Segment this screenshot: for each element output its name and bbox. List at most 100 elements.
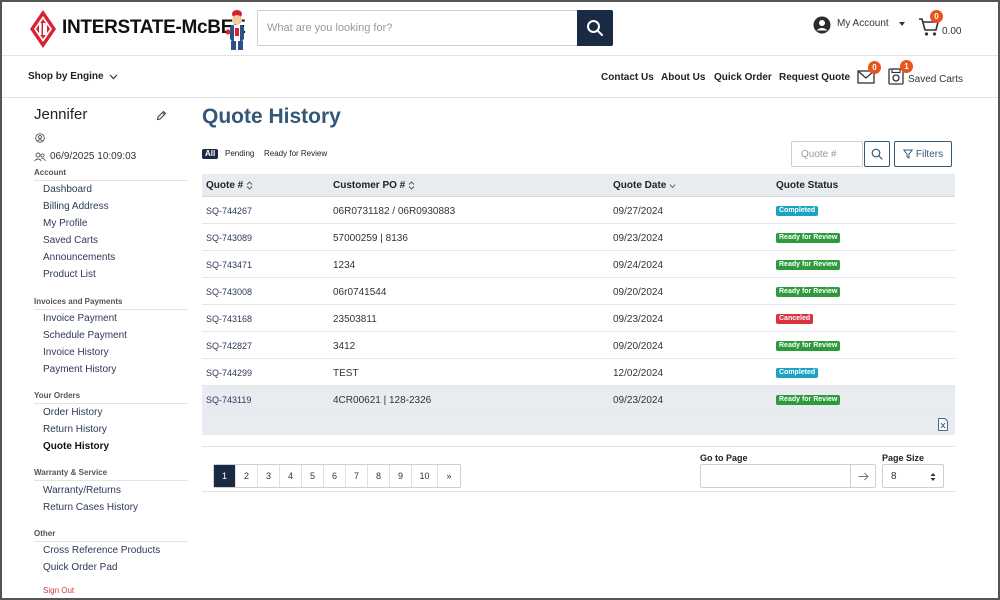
sidebar-item-order-history[interactable]: Order History bbox=[43, 407, 102, 418]
page-size-label: Page Size bbox=[882, 453, 925, 463]
go-to-page-button[interactable] bbox=[850, 464, 876, 488]
status-badge: Ready for Review bbox=[776, 233, 841, 243]
table-row[interactable]: SQ-743119 4CR00621 | 128-2326 09/23/2024… bbox=[202, 386, 955, 413]
quote-number[interactable]: SQ-744267 bbox=[206, 206, 252, 216]
quote-number[interactable]: SQ-743168 bbox=[206, 314, 252, 324]
mascot-icon bbox=[225, 10, 244, 50]
page-7-button[interactable]: 7 bbox=[346, 465, 368, 487]
my-account-label: My Account bbox=[837, 18, 889, 29]
sidebar-item-product-list[interactable]: Product List bbox=[43, 269, 96, 280]
last-login-time: 06/9/2025 10:09:03 bbox=[50, 151, 137, 162]
table-row[interactable]: SQ-743008 06r0741544 09/20/2024 Ready fo… bbox=[202, 278, 955, 305]
my-account-menu[interactable]: My Account bbox=[813, 16, 905, 34]
tab-all[interactable]: All bbox=[202, 149, 219, 159]
sign-out-link[interactable]: Sign Out bbox=[43, 586, 74, 595]
status-badge: Canceled bbox=[776, 314, 814, 324]
saved-carts-label[interactable]: Saved Carts bbox=[908, 74, 963, 85]
quote-date: 09/23/2024 bbox=[613, 314, 664, 325]
section-invoices-payments: Invoices and Payments bbox=[34, 297, 188, 310]
sidebar-item-warranty-returns[interactable]: Warranty/Returns bbox=[43, 485, 121, 496]
shop-by-engine-menu[interactable]: Shop by Engine bbox=[28, 71, 118, 82]
excel-export-icon[interactable] bbox=[938, 418, 948, 431]
sidebar-item-invoice-history[interactable]: Invoice History bbox=[43, 347, 109, 358]
divider bbox=[202, 491, 955, 492]
col-customer-po[interactable]: Customer PO # bbox=[333, 180, 415, 191]
go-to-page-input[interactable] bbox=[700, 464, 851, 488]
col-quote-date[interactable]: Quote Date bbox=[613, 180, 676, 191]
quote-date: 09/24/2024 bbox=[613, 260, 664, 271]
tab-pending[interactable]: Pending bbox=[225, 149, 254, 159]
filters-button[interactable]: Filters bbox=[894, 141, 952, 167]
page-8-button[interactable]: 8 bbox=[368, 465, 390, 487]
sidebar-item-schedule-payment[interactable]: Schedule Payment bbox=[43, 330, 127, 341]
sidebar-item-announcements[interactable]: Announcements bbox=[43, 252, 115, 263]
sort-icon bbox=[408, 181, 415, 190]
sidebar-item-return-history[interactable]: Return History bbox=[43, 424, 107, 435]
main-nav: Shop by Engine Contact Us About Us Quick… bbox=[2, 57, 998, 98]
logo-diamond-icon bbox=[30, 10, 56, 48]
sidebar-item-payment-history[interactable]: Payment History bbox=[43, 364, 116, 375]
page-3-button[interactable]: 3 bbox=[258, 465, 280, 487]
section-account: Account bbox=[34, 168, 188, 181]
sidebar-item-dashboard[interactable]: Dashboard bbox=[43, 184, 92, 195]
col-quote-number[interactable]: Quote # bbox=[206, 180, 253, 191]
search-bar bbox=[257, 10, 613, 46]
nav-quick-order[interactable]: Quick Order bbox=[714, 72, 772, 83]
quote-number-input[interactable] bbox=[791, 141, 863, 167]
table-row[interactable]: SQ-743168 23503811 09/23/2024 Canceled bbox=[202, 305, 955, 332]
quote-search-button[interactable] bbox=[864, 141, 890, 167]
sidebar-item-invoice-payment[interactable]: Invoice Payment bbox=[43, 313, 117, 324]
nav-request-quote[interactable]: Request Quote bbox=[779, 72, 850, 83]
sidebar-item-quote-history[interactable]: Quote History bbox=[43, 441, 109, 452]
brand-logo[interactable]: INTERSTATE-McBEE bbox=[28, 8, 250, 52]
quote-number[interactable]: SQ-743089 bbox=[206, 233, 252, 243]
table-row[interactable]: SQ-742827 3412 09/20/2024 Ready for Revi… bbox=[202, 332, 955, 359]
table-row[interactable]: SQ-743089 57000259 | 8136 09/23/2024 Rea… bbox=[202, 224, 955, 251]
quote-number[interactable]: SQ-744299 bbox=[206, 368, 252, 378]
table-row[interactable]: SQ-744267 06R0731182 / 06R0930883 09/27/… bbox=[202, 197, 955, 224]
go-to-page-label: Go to Page bbox=[700, 453, 748, 463]
page-size-select[interactable]: 8 bbox=[882, 464, 944, 488]
sidebar-item-saved-carts[interactable]: Saved Carts bbox=[43, 235, 98, 246]
pencil-edit-icon[interactable] bbox=[156, 110, 167, 121]
sidebar-item-my-profile[interactable]: My Profile bbox=[43, 218, 87, 229]
page-10-button[interactable]: 10 bbox=[412, 465, 438, 487]
search-input[interactable] bbox=[258, 11, 578, 45]
quote-date: 09/27/2024 bbox=[613, 206, 664, 217]
sidebar-item-quick-order-pad[interactable]: Quick Order Pad bbox=[43, 562, 117, 573]
table-row[interactable]: SQ-744299 TEST 12/02/2024 Completed bbox=[202, 359, 955, 386]
quote-number[interactable]: SQ-742827 bbox=[206, 341, 252, 351]
sidebar-item-cross-reference[interactable]: Cross Reference Products bbox=[43, 545, 160, 556]
quote-date: 09/23/2024 bbox=[613, 233, 664, 244]
quote-number[interactable]: SQ-743008 bbox=[206, 287, 252, 297]
customer-po: TEST bbox=[333, 368, 359, 379]
user-name: Jennifer bbox=[34, 106, 88, 123]
page-6-button[interactable]: 6 bbox=[324, 465, 346, 487]
page-4-button[interactable]: 4 bbox=[280, 465, 302, 487]
page-5-button[interactable]: 5 bbox=[302, 465, 324, 487]
messages-badge: 0 bbox=[868, 61, 881, 74]
search-button[interactable] bbox=[577, 10, 613, 46]
section-warranty-service: Warranty & Service bbox=[34, 468, 188, 481]
col-customer-po-label: Customer PO # bbox=[333, 180, 406, 191]
sidebar-item-billing-address[interactable]: Billing Address bbox=[43, 201, 109, 212]
users-icon bbox=[34, 152, 46, 161]
sidebar-item-return-cases-history[interactable]: Return Cases History bbox=[43, 502, 138, 513]
last-login: 06/9/2025 10:09:03 bbox=[34, 151, 136, 162]
quote-date: 12/02/2024 bbox=[613, 368, 664, 379]
quote-number[interactable]: SQ-743119 bbox=[206, 395, 251, 405]
shop-by-engine-label: Shop by Engine bbox=[28, 71, 104, 82]
page-9-button[interactable]: 9 bbox=[390, 465, 412, 487]
filters-label: Filters bbox=[915, 148, 944, 160]
status-badge: Ready for Review bbox=[776, 260, 841, 270]
nav-contact-us[interactable]: Contact Us bbox=[601, 72, 654, 83]
page-2-button[interactable]: 2 bbox=[236, 465, 258, 487]
customer-po: 23503811 bbox=[333, 314, 377, 325]
page-1-button[interactable]: 1 bbox=[214, 465, 236, 487]
quote-number[interactable]: SQ-743471 bbox=[206, 260, 252, 270]
table-row[interactable]: SQ-743471 1234 09/24/2024 Ready for Revi… bbox=[202, 251, 955, 278]
customer-po: 4CR00621 | 128-2326 bbox=[333, 395, 432, 406]
next-pages-button[interactable]: » bbox=[438, 465, 460, 487]
nav-about-us[interactable]: About Us bbox=[661, 72, 705, 83]
tab-ready-for-review[interactable]: Ready for Review bbox=[264, 149, 327, 159]
